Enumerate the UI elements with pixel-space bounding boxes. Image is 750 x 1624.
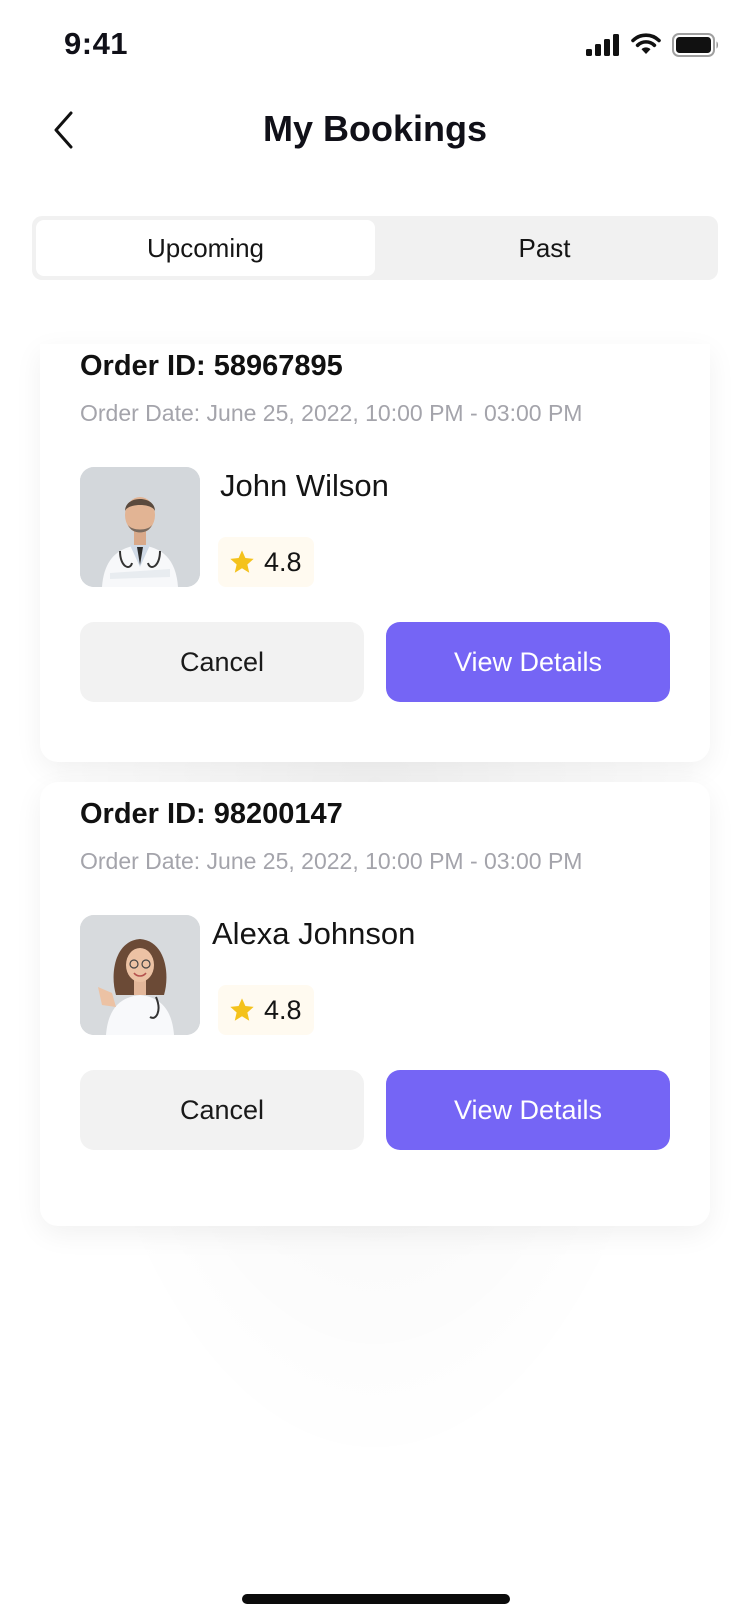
order-date: Order Date: June 25, 2022, 10:00 PM - 03…: [80, 848, 583, 874]
order-id: Order ID: 58967895: [80, 350, 343, 382]
signal-icon: [586, 34, 619, 56]
status-bar: 9:41: [0, 0, 750, 90]
order-date: Order Date: June 25, 2022, 10:00 PM - 03…: [80, 400, 583, 426]
wifi-icon: [631, 33, 661, 54]
tab-past[interactable]: Past: [375, 220, 714, 276]
star-icon: [230, 998, 254, 1021]
star-icon: [230, 550, 254, 573]
order-id: Order ID: 98200147: [80, 798, 343, 830]
booking-card: Order ID: 98200147 Order Date: June 25, …: [40, 782, 710, 1226]
rating-value: 4.8: [264, 994, 302, 1025]
status-time: 9:41: [64, 26, 129, 61]
view-details-button[interactable]: View Details: [386, 1070, 670, 1150]
page-title: My Bookings: [262, 108, 487, 149]
rating-value: 4.8: [264, 546, 302, 577]
doctor-photo: [80, 467, 200, 587]
doctor-avatar: [80, 915, 200, 1035]
booking-tabs: Upcoming Past: [32, 216, 718, 280]
doctor-photo: [80, 915, 200, 1035]
doctor-name: John Wilson: [220, 468, 389, 503]
view-details-button[interactable]: View Details: [386, 622, 670, 702]
battery-icon: [672, 33, 718, 57]
rating-badge: 4.8: [218, 985, 314, 1035]
cancel-button[interactable]: Cancel: [80, 1070, 364, 1150]
home-indicator: [242, 1594, 510, 1604]
doctor-avatar: [80, 467, 200, 587]
rating-badge: 4.8: [218, 537, 314, 587]
cancel-button[interactable]: Cancel: [80, 622, 364, 702]
booking-card: Order ID: 58967895 Order Date: June 25, …: [40, 344, 710, 762]
doctor-name: Alexa Johnson: [212, 916, 416, 951]
tab-upcoming[interactable]: Upcoming: [36, 220, 375, 276]
